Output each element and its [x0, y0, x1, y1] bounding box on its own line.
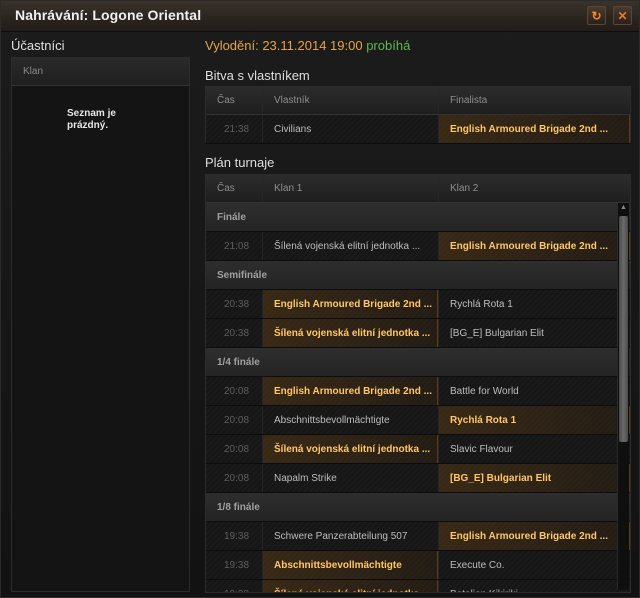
participants-list[interactable]: Klan Seznam je prázdný.: [11, 57, 190, 592]
landing-status: probíhá: [366, 38, 411, 53]
stage-header: 1/4 finále: [206, 348, 630, 377]
clan1-cell: Šílená vojenská elitní jednotka ...: [262, 232, 438, 260]
clan1-cell: Šílená vojenská elitní jednotka ...: [262, 580, 438, 592]
table-row[interactable]: 20:08 Abschnittsbevollmächtigte Rychlá Rot…: [206, 406, 630, 435]
clan1-cell: Napalm Strike: [262, 464, 438, 492]
header-owner[interactable]: Vlastník: [262, 87, 438, 114]
clan2-cell: Rychlá Rota 1: [438, 290, 630, 318]
table-row[interactable]: 19:38 Abschnittsbevollmächtigte Execute Co…: [206, 551, 630, 580]
schedule-header: Čas Klan 1 Klan 2: [206, 175, 630, 203]
stage-header: 1/8 finále: [206, 493, 630, 522]
clan1-cell: Abschnittsbevollmächtigte: [262, 406, 438, 434]
table-row[interactable]: 20:08 Napalm Strike [BG_E] Bulgarian Elit: [206, 464, 630, 493]
clan2-cell: English Armoured Brigade 2nd ...: [438, 232, 630, 260]
clan1-cell: Schwere Panzerabteilung 507: [262, 522, 438, 550]
match-time: 21:08: [224, 240, 250, 252]
clan2-cell: Rychlá Rota 1: [438, 406, 630, 434]
table-row[interactable]: 20:08 Šílená vojenská elitní jednotka ...…: [206, 435, 630, 464]
match-time: 19:38: [224, 559, 250, 571]
table-row[interactable]: 20:08 English Armoured Brigade 2nd ... Bat…: [206, 377, 630, 406]
scrollbar-thumb[interactable]: [619, 216, 628, 442]
clan1-cell: English Armoured Brigade 2nd ...: [262, 377, 438, 405]
clan2-cell: Battle for World: [438, 377, 630, 405]
stage-header: Semifinále: [206, 261, 630, 290]
owner-battle-header: Čas Vlastník Finalista: [206, 87, 630, 115]
clan1-cell: Šílená vojenská elitní jednotka ...: [262, 319, 438, 347]
clan2-cell: Slavic Flavour: [438, 435, 630, 463]
table-row[interactable]: 19:38 Schwere Panzerabteilung 507 English …: [206, 522, 630, 551]
scroll-up-icon[interactable]: ▲: [620, 204, 627, 211]
landing-datetime: Vylodění: 23.11.2014 19:00: [205, 38, 363, 53]
table-row[interactable]: 21:08 Šílená vojenská elitní jednotka ...…: [206, 232, 630, 261]
owner-battle-table: Čas Vlastník Finalista 21:38 Civilians E…: [205, 86, 631, 144]
schedule-table: Čas Klan 1 Klan 2 Finále 21:08 Šílená voje…: [205, 174, 631, 593]
window-title: Nahrávání: Logone Oriental: [15, 7, 202, 23]
match-time: 20:08: [224, 443, 250, 455]
table-row[interactable]: 21:38 Civilians English Armoured Brigade…: [206, 115, 630, 144]
clan2-cell: [BG_E] Bulgarian Elit: [438, 464, 630, 492]
match-time: 20:08: [224, 472, 250, 484]
clan2-cell: Execute Co.: [438, 551, 630, 579]
header-time[interactable]: Čas: [206, 175, 262, 202]
participants-column-header[interactable]: Klan: [12, 58, 189, 86]
owner-clan: Civilians: [262, 115, 438, 143]
landing-info: Vylodění: 23.11.2014 19:00 probíhá: [205, 38, 410, 53]
schedule-body[interactable]: Finále 21:08 Šílená vojenská elitní jednot…: [206, 203, 630, 592]
match-time: 19:38: [224, 530, 250, 542]
title-bar: Nahrávání: Logone Oriental ↻ ✕: [1, 1, 639, 32]
match-time: 21:38: [224, 123, 250, 135]
match-time: 20:08: [224, 414, 250, 426]
clan2-cell: Batalion Kikiriki: [438, 580, 630, 592]
stage-header: Finále: [206, 203, 630, 232]
match-time: 20:38: [224, 298, 250, 310]
match-time: 20:38: [224, 327, 250, 339]
header-clan2[interactable]: Klan 2: [438, 175, 630, 202]
schedule-heading: Plán turnaje: [205, 155, 275, 170]
header-clan1[interactable]: Klan 1: [262, 175, 438, 202]
match-time: 19:38: [206, 580, 262, 593]
table-row[interactable]: 19:38Šílená vojenská elitní jednotka ...…: [206, 580, 630, 592]
refresh-icon[interactable]: ↻: [587, 6, 606, 25]
finalist-clan: English Armoured Brigade 2nd ...: [438, 115, 630, 143]
match-time: 20:08: [224, 385, 250, 397]
clan2-cell: [BG_E] Bulgarian Elit: [438, 319, 630, 347]
participants-heading: Účastníci: [11, 38, 65, 53]
clan1-cell: Šílená vojenská elitní jednotka ...: [262, 435, 438, 463]
owner-battle-heading: Bitva s vlastníkem: [205, 68, 310, 83]
tournament-window: Nahrávání: Logone Oriental ↻ ✕ Účastníci…: [0, 0, 640, 598]
scrollbar[interactable]: ▲: [617, 203, 629, 590]
table-row[interactable]: 20:38 Šílená vojenská elitní jednotka ...…: [206, 319, 630, 348]
clan2-cell: English Armoured Brigade 2nd ...: [438, 522, 630, 550]
table-row[interactable]: 20:38 English Armoured Brigade 2nd ... Ryc…: [206, 290, 630, 319]
close-icon[interactable]: ✕: [613, 6, 632, 25]
clan1-cell: English Armoured Brigade 2nd ...: [262, 290, 438, 318]
empty-list-message: Seznam je prázdný.: [67, 108, 116, 131]
clan1-cell: Abschnittsbevollmächtigte: [262, 551, 438, 579]
header-time[interactable]: Čas: [206, 87, 262, 114]
header-finalist[interactable]: Finalista: [438, 87, 630, 114]
